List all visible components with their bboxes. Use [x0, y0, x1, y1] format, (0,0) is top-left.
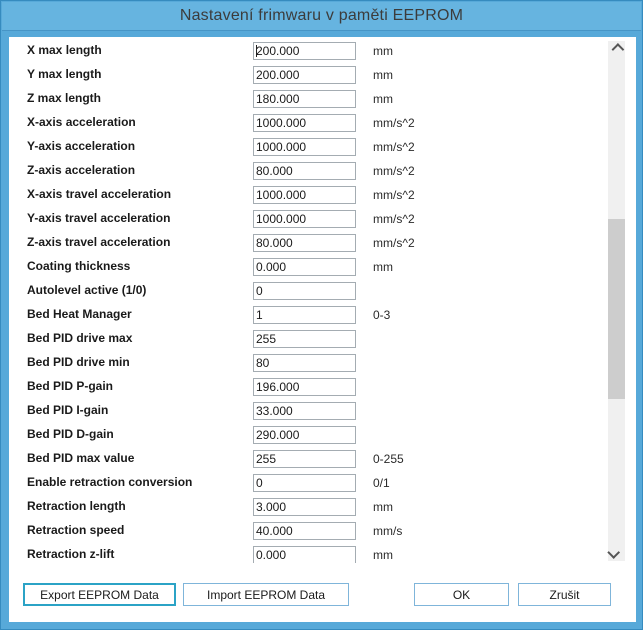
fields-list: X max length mm Y max length mm Z max le… — [9, 39, 599, 563]
field-label: Y max length — [27, 67, 101, 81]
field-input[interactable] — [253, 450, 356, 468]
field-input[interactable] — [253, 498, 356, 516]
field-input[interactable] — [253, 426, 356, 444]
field-input[interactable] — [253, 282, 356, 300]
field-unit: mm/s^2 — [373, 188, 415, 202]
field-unit: mm — [373, 44, 393, 58]
field-row: Bed PID max value 0-255 — [9, 447, 599, 471]
field-unit: mm/s^2 — [373, 236, 415, 250]
field-input[interactable] — [253, 66, 356, 84]
field-input[interactable] — [253, 162, 356, 180]
field-row: Bed PID drive max — [9, 327, 599, 351]
field-row: Enable retraction conversion 0/1 — [9, 471, 599, 495]
import-eeprom-button[interactable]: Import EEPROM Data — [183, 583, 349, 606]
field-input[interactable] — [253, 306, 356, 324]
field-label: Bed PID drive max — [27, 331, 132, 345]
field-row: Z max length mm — [9, 87, 599, 111]
field-unit: mm — [373, 68, 393, 82]
field-label: Retraction speed — [27, 523, 124, 537]
ok-button[interactable]: OK — [414, 583, 509, 606]
field-row: Y max length mm — [9, 63, 599, 87]
field-row: Coating thickness mm — [9, 255, 599, 279]
field-unit: mm — [373, 548, 393, 562]
field-unit: mm — [373, 92, 393, 106]
field-row: Retraction length mm — [9, 495, 599, 519]
field-row: Bed PID D-gain — [9, 423, 599, 447]
scrollbar-thumb[interactable] — [608, 219, 625, 399]
field-label: X-axis acceleration — [27, 115, 136, 129]
field-label: X max length — [27, 43, 102, 57]
field-label: Retraction length — [27, 499, 126, 513]
field-row: X-axis travel acceleration mm/s^2 — [9, 183, 599, 207]
field-unit: mm — [373, 500, 393, 514]
field-label: Autolevel active (1/0) — [27, 283, 146, 297]
field-unit: 0-255 — [373, 452, 404, 466]
field-label: Enable retraction conversion — [27, 475, 192, 489]
field-label: Bed PID max value — [27, 451, 134, 465]
chevron-down-icon — [607, 546, 620, 559]
field-row: Bed PID P-gain — [9, 375, 599, 399]
field-label: Y-axis travel acceleration — [27, 211, 170, 225]
field-label: Bed PID I-gain — [27, 403, 108, 417]
field-unit: 0/1 — [373, 476, 390, 490]
field-row: Bed Heat Manager 0-3 — [9, 303, 599, 327]
field-input[interactable] — [253, 90, 356, 108]
field-label: Y-axis acceleration — [27, 139, 135, 153]
field-row: Y-axis acceleration mm/s^2 — [9, 135, 599, 159]
fields-scroll-view: X max length mm Y max length mm Z max le… — [9, 37, 636, 563]
export-eeprom-button[interactable]: Export EEPROM Data — [23, 583, 176, 606]
field-label: Retraction z-lift — [27, 547, 114, 561]
field-unit: mm/s^2 — [373, 140, 415, 154]
field-label: Coating thickness — [27, 259, 130, 273]
field-input[interactable] — [253, 114, 356, 132]
field-row: Z-axis travel acceleration mm/s^2 — [9, 231, 599, 255]
field-input[interactable] — [253, 354, 356, 372]
field-unit: mm/s^2 — [373, 212, 415, 226]
field-label: Z max length — [27, 91, 101, 105]
field-label: Z-axis acceleration — [27, 163, 135, 177]
field-input[interactable] — [253, 186, 356, 204]
field-label: Bed PID D-gain — [27, 427, 114, 441]
field-unit: mm/s — [373, 524, 402, 538]
scroll-up-button[interactable] — [608, 41, 625, 58]
dialog-client-area: X max length mm Y max length mm Z max le… — [9, 37, 636, 622]
field-label: Bed Heat Manager — [27, 307, 132, 321]
field-unit: 0-3 — [373, 308, 390, 322]
field-input[interactable] — [253, 234, 356, 252]
field-input[interactable] — [253, 42, 356, 60]
field-unit: mm — [373, 260, 393, 274]
field-row: Retraction speed mm/s — [9, 519, 599, 543]
field-input[interactable] — [253, 138, 356, 156]
field-unit: mm/s^2 — [373, 116, 415, 130]
field-label: Bed PID drive min — [27, 355, 130, 369]
field-row: X-axis acceleration mm/s^2 — [9, 111, 599, 135]
field-input[interactable] — [253, 402, 356, 420]
field-row: Retraction z-lift mm — [9, 543, 599, 563]
vertical-scrollbar[interactable] — [608, 41, 625, 561]
eeprom-settings-dialog: Nastavení frimwaru v paměti EEPROM X max… — [0, 0, 643, 630]
chevron-up-icon — [612, 43, 625, 56]
field-label: X-axis travel acceleration — [27, 187, 171, 201]
field-row: Bed PID drive min — [9, 351, 599, 375]
field-input[interactable] — [253, 258, 356, 276]
field-unit: mm/s^2 — [373, 164, 415, 178]
scroll-down-button[interactable] — [608, 544, 625, 561]
field-row: Y-axis travel acceleration mm/s^2 — [9, 207, 599, 231]
field-row: Z-axis acceleration mm/s^2 — [9, 159, 599, 183]
title-bar[interactable]: Nastavení frimwaru v paměti EEPROM — [2, 2, 641, 31]
field-input[interactable] — [253, 210, 356, 228]
field-label: Z-axis travel acceleration — [27, 235, 170, 249]
field-input[interactable] — [253, 474, 356, 492]
field-input[interactable] — [253, 522, 356, 540]
field-row: X max length mm — [9, 39, 599, 63]
field-input[interactable] — [253, 546, 356, 563]
field-row: Autolevel active (1/0) — [9, 279, 599, 303]
field-label: Bed PID P-gain — [27, 379, 113, 393]
cancel-button[interactable]: Zrušit — [518, 583, 611, 606]
dialog-title: Nastavení frimwaru v paměti EEPROM — [180, 7, 463, 25]
field-input[interactable] — [253, 330, 356, 348]
field-input[interactable] — [253, 378, 356, 396]
field-row: Bed PID I-gain — [9, 399, 599, 423]
